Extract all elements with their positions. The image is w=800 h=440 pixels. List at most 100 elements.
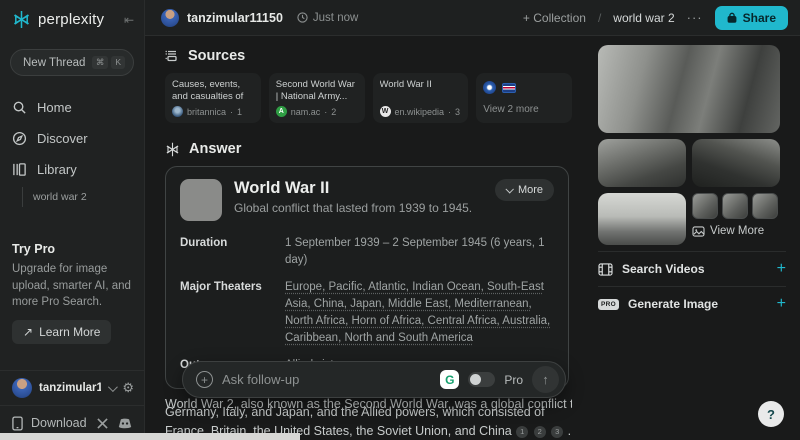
- brand-row: perplexity ⇤: [0, 0, 144, 29]
- war-photo-thumbnail[interactable]: [752, 193, 778, 219]
- add-image-icon[interactable]: +: [777, 295, 786, 313]
- view-more-images-button[interactable]: View More: [692, 225, 780, 237]
- source-title: Causes, events, and casualties of Worl..…: [172, 79, 254, 103]
- image-icon: [692, 226, 705, 237]
- answer-asterisk-icon: [165, 142, 180, 157]
- citation-badge[interactable]: 2: [534, 426, 546, 438]
- chevron-down-icon: [505, 185, 513, 193]
- fact-value: 1 September 1939 – 2 September 1945 (6 y…: [285, 235, 554, 270]
- sources-section-header: Sources: [165, 48, 572, 64]
- copilot-toggle[interactable]: [468, 372, 495, 387]
- toggle-knob: [470, 374, 481, 385]
- timestamp: Just now: [297, 12, 358, 24]
- ask-followup-input[interactable]: [222, 372, 431, 387]
- extra-source-favicons: [483, 81, 565, 94]
- war-photo-battle-smoke[interactable]: [692, 139, 780, 187]
- perplexity-app: perplexity ⇤ New Thread ⌘ K Home: [0, 0, 800, 440]
- sidebar-item-discover[interactable]: Discover: [0, 123, 144, 154]
- shortcut-keys: ⌘ K: [92, 56, 125, 69]
- grammarly-icon[interactable]: G: [440, 370, 459, 389]
- generate-image-label: Generate Image: [628, 297, 718, 311]
- try-pro-block: Try Pro Upgrade for image upload, smarte…: [12, 242, 136, 344]
- share-button[interactable]: Share: [715, 6, 788, 30]
- cmd-key: ⌘: [92, 56, 109, 69]
- learn-more-button[interactable]: ↗ Learn More: [12, 320, 111, 344]
- generate-image-row[interactable]: PRO Generate Image +: [598, 286, 786, 321]
- submit-arrow-button[interactable]: ↑: [532, 366, 559, 393]
- x-twitter-icon[interactable]: [97, 418, 108, 429]
- sidebar-item-label: Home: [37, 100, 72, 115]
- film-icon: [598, 263, 613, 276]
- sidebar-thread-world-war-2[interactable]: world war 2: [22, 187, 144, 207]
- war-photo-soldiers-marching[interactable]: [598, 139, 686, 187]
- citation-badge[interactable]: 3: [551, 426, 563, 438]
- learn-more-label: Learn More: [39, 325, 100, 339]
- fact-label: Duration: [180, 235, 285, 270]
- dot-separator: ·: [448, 107, 451, 117]
- ask-followup-bar: + G Pro ↑: [182, 361, 566, 398]
- war-photo-thumbnail[interactable]: [722, 193, 748, 219]
- try-pro-title: Try Pro: [12, 242, 136, 256]
- collection-label: Collection: [533, 11, 586, 25]
- sidebar-item-home[interactable]: Home: [0, 92, 144, 123]
- more-label: More: [518, 184, 543, 196]
- pro-toggle-label: Pro: [504, 373, 523, 387]
- sidebar-item-library[interactable]: Library: [0, 154, 144, 185]
- nam-favicon: A: [276, 106, 287, 117]
- new-thread-button[interactable]: New Thread ⌘ K: [10, 49, 134, 76]
- brand-name: perplexity: [38, 11, 104, 28]
- video-progress-strip: [0, 433, 300, 440]
- gear-icon[interactable]: ⚙: [122, 380, 134, 396]
- avatar: [12, 378, 32, 398]
- source-card[interactable]: Causes, events, and casualties of Worl..…: [165, 73, 261, 123]
- source-card[interactable]: World War II W en.wikipedia · 3: [373, 73, 469, 123]
- card-title: World War II: [234, 179, 472, 198]
- sources-heading: Sources: [188, 48, 245, 64]
- help-button[interactable]: ?: [758, 401, 784, 427]
- paragraph-period: .: [568, 424, 571, 438]
- source-index: 3: [455, 107, 460, 117]
- war-photo-tanks[interactable]: [598, 45, 780, 133]
- user-name: tanzimular111...: [39, 382, 101, 394]
- fact-label: Major Theaters: [180, 279, 285, 348]
- attach-plus-icon[interactable]: +: [196, 371, 213, 388]
- library-icon: [12, 162, 27, 177]
- war-photo-flag-raising[interactable]: [598, 193, 686, 245]
- source-meta: W en.wikipedia · 3: [380, 106, 462, 117]
- compass-icon: [12, 131, 27, 146]
- citation-badge[interactable]: 1: [516, 426, 528, 438]
- knowledge-card-header: World War II Global conflict that lasted…: [180, 179, 554, 221]
- user-account-row[interactable]: tanzimular111... ⚙: [0, 370, 144, 405]
- view-more-label: View More: [710, 225, 764, 237]
- image-row: [598, 139, 786, 187]
- fact-value[interactable]: Europe, Pacific, Atlantic, Indian Ocean,…: [285, 279, 554, 348]
- source-domain: en.wikipedia: [395, 107, 445, 117]
- media-panel: View More Search Videos + PRO Generate I…: [592, 36, 800, 440]
- collapse-sidebar-icon[interactable]: ⇤: [124, 13, 134, 27]
- card-subtitle: Global conflict that lasted from 1939 to…: [234, 201, 472, 215]
- sidebar-nav: Home Discover Library world war 2: [0, 92, 144, 207]
- answer-heading: Answer: [189, 141, 241, 157]
- clock-icon: [297, 12, 308, 23]
- k-key: K: [111, 56, 125, 69]
- search-videos-row[interactable]: Search Videos +: [598, 251, 786, 286]
- dot-separator: ·: [324, 107, 327, 117]
- source-card[interactable]: Second World War | National Army... A na…: [269, 73, 365, 123]
- download-label[interactable]: Download: [31, 416, 87, 430]
- breadcrumb-thread-title: world war 2: [613, 11, 674, 25]
- add-videos-icon[interactable]: +: [777, 260, 786, 278]
- more-options-icon[interactable]: ···: [687, 10, 703, 25]
- try-pro-description: Upgrade for image upload, smarter AI, an…: [12, 261, 136, 311]
- add-to-collection-button[interactable]: + Collection: [523, 11, 586, 25]
- view-more-sources-card[interactable]: View 2 more: [476, 73, 572, 123]
- war-photo-thumbnail[interactable]: [692, 193, 718, 219]
- more-button[interactable]: More: [495, 179, 554, 201]
- source-meta: britannica · 1: [172, 106, 254, 117]
- discord-icon[interactable]: [118, 418, 132, 429]
- social-icons: [97, 418, 132, 429]
- fact-row: Major Theaters Europe, Pacific, Atlantic…: [180, 279, 554, 348]
- sources-icon: [165, 49, 179, 63]
- lock-icon: [727, 12, 737, 23]
- pro-badge: PRO: [598, 299, 619, 310]
- new-thread-label: New Thread: [23, 57, 85, 69]
